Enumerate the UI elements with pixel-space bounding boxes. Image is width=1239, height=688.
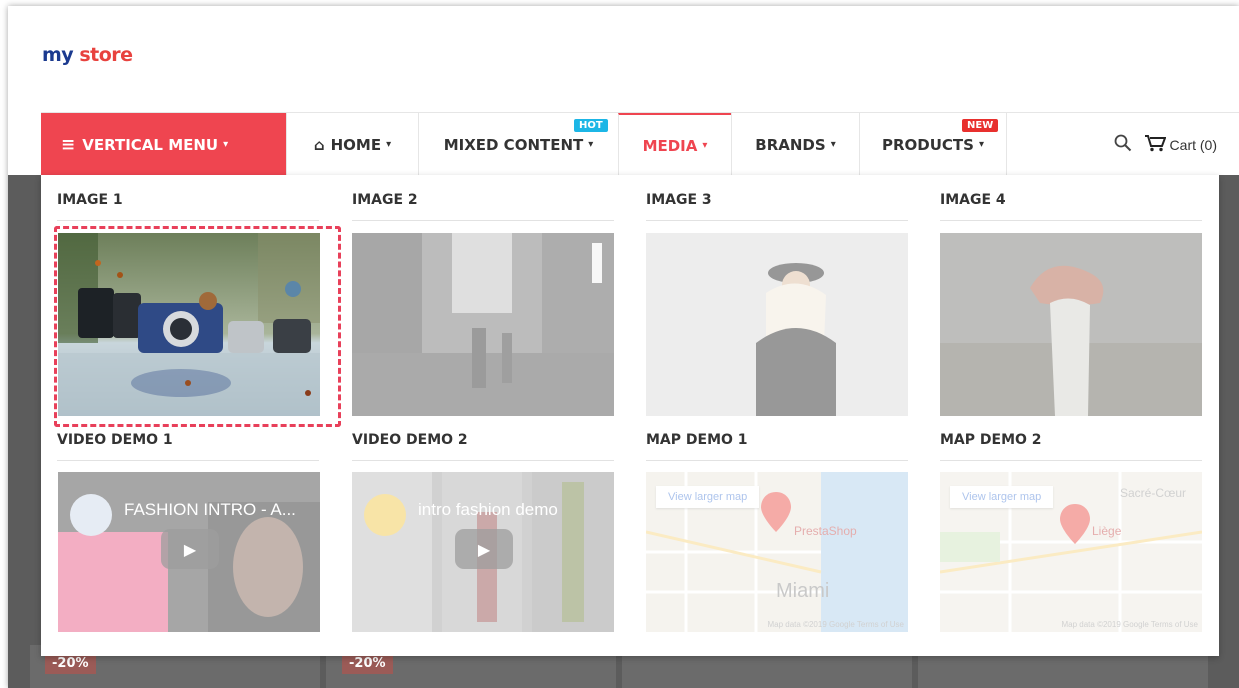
video-2-title: intro fashion demo — [418, 500, 558, 519]
vertical-menu-button[interactable]: ≡ VERTICAL MENU ▾ — [41, 113, 286, 176]
divider — [352, 220, 614, 221]
map-place-label: PrestaShop — [794, 524, 857, 538]
map-demo-1-title: MAP DEMO 1 — [646, 432, 748, 448]
view-larger-map-link[interactable]: View larger map — [656, 486, 760, 508]
video-1-title: FASHION INTRO - A... — [124, 500, 296, 519]
video-demo-1-title: VIDEO DEMO 1 — [57, 432, 173, 448]
image-4-title: IMAGE 4 — [940, 192, 1006, 208]
map-attribution: Map data ©2019 Google Terms of Use — [767, 620, 905, 629]
hamburger-icon: ≡ — [61, 134, 76, 155]
caret-down-icon: ▾ — [830, 139, 836, 150]
image-2-street[interactable] — [352, 233, 614, 416]
divider — [57, 460, 319, 461]
map-place-label: Liège — [1092, 524, 1122, 538]
image-3-title: IMAGE 3 — [646, 192, 712, 208]
channel-avatar — [70, 494, 112, 536]
map-attribution: Map data ©2019 Google Terms of Use — [1061, 620, 1199, 629]
nav-item-products[interactable]: PRODUCTS ▾ NEW — [859, 113, 1007, 176]
map-1[interactable]: View larger map PrestaShop Miami Map dat… — [646, 472, 908, 632]
caret-down-icon: ▾ — [386, 139, 392, 150]
nav-item-home[interactable]: ⌂ HOME ▾ — [286, 113, 418, 176]
video-2-player[interactable]: intro fashion demo ▶ — [352, 472, 614, 632]
cart-link[interactable]: Cart (0) — [1144, 134, 1217, 156]
hot-badge: HOT — [574, 119, 608, 132]
divider — [646, 220, 908, 221]
new-badge: NEW — [962, 119, 999, 132]
divider — [646, 460, 908, 461]
video-1-player[interactable]: FASHION INTRO - A... ▶ — [58, 472, 320, 632]
nav-item-brands[interactable]: BRANDS ▾ — [731, 113, 859, 176]
play-icon[interactable]: ▶ — [455, 529, 513, 569]
caret-down-icon: ▾ — [223, 139, 229, 150]
video-demo-2-title: VIDEO DEMO 2 — [352, 432, 468, 448]
store-logo[interactable]: my store — [42, 44, 133, 66]
caret-down-icon: ▾ — [978, 139, 984, 150]
home-icon: ⌂ — [313, 135, 325, 154]
selected-image-frame — [54, 226, 341, 427]
browser-window: my store -20% -20% ≡ VERTICAL MENU ▾ ⌂ H… — [8, 6, 1239, 688]
cart-icon — [1144, 134, 1166, 156]
image-3-woman-hat[interactable] — [646, 233, 908, 416]
caret-down-icon: ▾ — [588, 139, 594, 150]
map-city-label: Miami — [776, 580, 830, 602]
view-larger-map-link[interactable]: View larger map — [950, 486, 1054, 508]
divider — [57, 220, 319, 221]
discount-badge: -20% — [342, 653, 393, 674]
search-icon[interactable] — [1114, 134, 1132, 156]
nav-tools: Cart (0) — [1114, 113, 1217, 176]
channel-avatar — [364, 494, 406, 536]
image-1-title: IMAGE 1 — [57, 192, 123, 208]
map-2[interactable]: View larger map Sacré-Cœur Liège Map dat… — [940, 472, 1202, 632]
caret-down-icon: ▾ — [702, 140, 708, 151]
map-demo-2-title: MAP DEMO 2 — [940, 432, 1042, 448]
main-nav: ≡ VERTICAL MENU ▾ ⌂ HOME ▾ MIXED CONTENT… — [41, 112, 1239, 176]
discount-badge: -20% — [45, 653, 96, 674]
divider — [352, 460, 614, 461]
nav-item-media[interactable]: MEDIA ▾ — [618, 113, 731, 176]
media-dropdown-panel: IMAGE 1 IMAGE 2 IMAGE 3 IMAGE 4 VIDEO DE… — [41, 175, 1219, 656]
image-4-red-hair[interactable] — [940, 233, 1202, 416]
play-icon[interactable]: ▶ — [161, 529, 219, 569]
divider — [940, 460, 1202, 461]
divider — [940, 220, 1202, 221]
nav-item-mixed-content[interactable]: MIXED CONTENT ▾ HOT — [418, 113, 618, 176]
image-2-title: IMAGE 2 — [352, 192, 418, 208]
map-city-label: Sacré-Cœur — [1120, 486, 1187, 500]
